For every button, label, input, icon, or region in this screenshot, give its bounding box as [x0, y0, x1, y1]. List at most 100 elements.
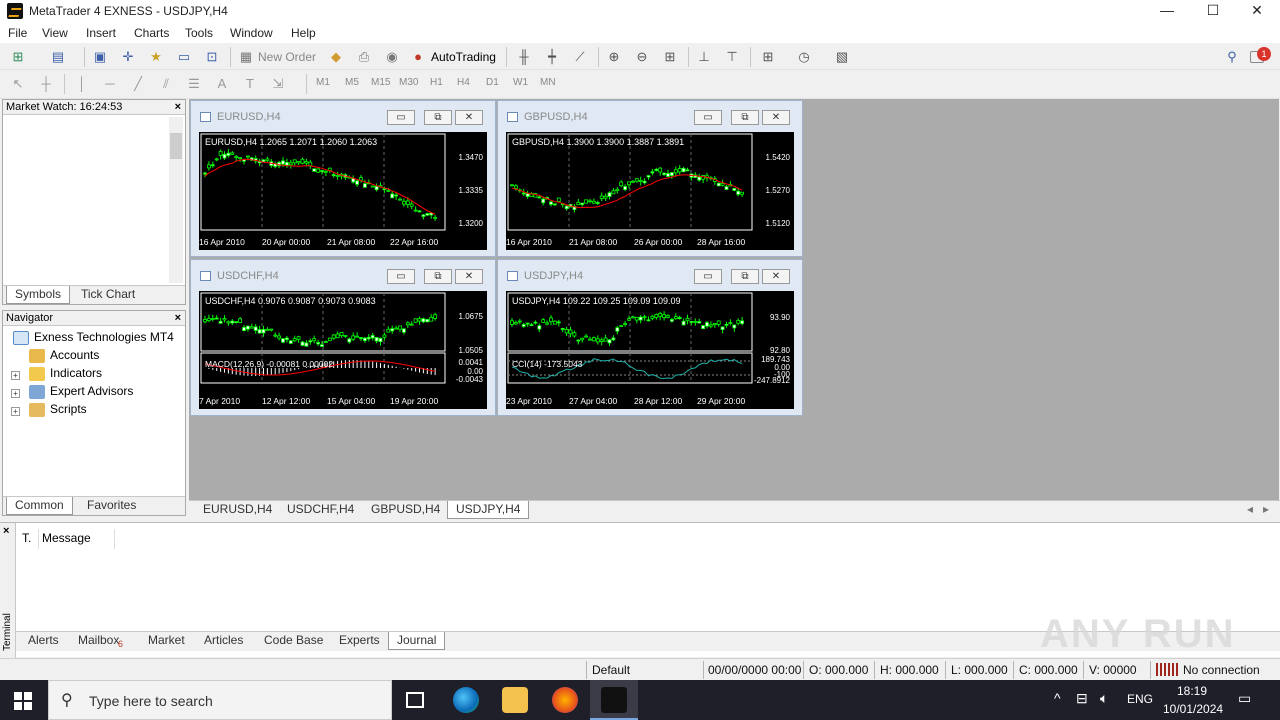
taskbar-search[interactable]: ⚲ Type here to search: [48, 680, 392, 720]
chart-close-button[interactable]: ✕: [762, 110, 790, 125]
tf-h4[interactable]: H4: [457, 77, 470, 88]
chart-shift-icon[interactable]: ⊥: [694, 47, 714, 67]
tab-scroll-right-icon[interactable]: ▸: [1255, 501, 1277, 519]
bar-chart-icon[interactable]: ╫: [514, 47, 534, 67]
menu-tools[interactable]: Tools: [185, 26, 213, 40]
chart-tab-eurusd[interactable]: EURUSD,H4: [195, 501, 280, 519]
task-view-icon[interactable]: [406, 692, 424, 708]
maximize-button[interactable]: ☐: [1190, 0, 1236, 23]
tf-m30[interactable]: M30: [399, 77, 418, 88]
tf-h1[interactable]: H1: [430, 77, 443, 88]
firefox-icon[interactable]: [552, 687, 578, 713]
tab-favorites[interactable]: Favorites: [79, 497, 144, 515]
chart-canvas[interactable]: USDJPY,H4 109.22 109.25 109.09 109.09 93…: [506, 291, 794, 409]
line-chart-icon[interactable]: ⟋: [570, 47, 590, 67]
tf-m5[interactable]: M5: [345, 77, 359, 88]
close-market-watch-icon[interactable]: ×: [175, 100, 181, 114]
edge-icon[interactable]: [453, 687, 479, 713]
close-button[interactable]: ✕: [1234, 0, 1280, 23]
column-time[interactable]: T.: [22, 531, 31, 545]
clock-date[interactable]: 10/01/2024: [1163, 702, 1223, 716]
show-hidden-icons-icon[interactable]: ^: [1054, 690, 1061, 706]
expand-experts-icon[interactable]: +: [11, 389, 20, 398]
chart-minimize-button[interactable]: ▭: [694, 110, 722, 125]
market-watch-icon[interactable]: ▣: [90, 47, 110, 67]
crosshair-icon[interactable]: ┼: [36, 74, 56, 94]
zoom-in-icon[interactable]: ⊕: [604, 47, 624, 67]
chart-tab-usdchf[interactable]: USDCHF,H4: [279, 501, 362, 519]
chart-restore-button[interactable]: ⧉: [424, 269, 452, 284]
network-icon[interactable]: ⊟: [1076, 690, 1088, 707]
autotrading-icon[interactable]: ●: [408, 47, 428, 67]
autoscroll-icon[interactable]: ⊤: [722, 47, 742, 67]
tf-mn[interactable]: MN: [540, 77, 556, 88]
indicators-list-icon[interactable]: ⊞: [758, 47, 778, 67]
new-chart-icon[interactable]: ⊞: [8, 47, 28, 67]
chart-close-button[interactable]: ✕: [455, 269, 483, 284]
tab-code-base[interactable]: Code Base: [256, 632, 331, 650]
chart-window-gbpusd[interactable]: GBPUSD,H4 ▭ ⧉ ✕ GBPUSD,H4 1.3900 1.3900 …: [497, 100, 803, 257]
nav-scripts[interactable]: Scripts: [29, 400, 87, 418]
tf-m1[interactable]: M1: [316, 77, 330, 88]
trendline-icon[interactable]: ╱: [128, 74, 148, 94]
text-label-icon[interactable]: T: [240, 74, 260, 94]
close-navigator-icon[interactable]: ×: [175, 311, 181, 325]
tab-symbols[interactable]: Symbols: [6, 286, 71, 304]
chart-tab-usdjpy[interactable]: USDJPY,H4: [447, 501, 530, 519]
menu-help[interactable]: Help: [291, 26, 316, 40]
nav-indicators[interactable]: Indicators: [29, 364, 102, 382]
candlestick-icon[interactable]: ┿: [542, 47, 562, 67]
chart-window-usdjpy[interactable]: USDJPY,H4 ▭ ⧉ ✕ USDJPY,H4 109.22 109.25 …: [497, 259, 803, 416]
chart-window-eurusd[interactable]: EURUSD,H4 ▭ ⧉ ✕ EURUSD,H4 1.2065 1.2071 …: [190, 100, 496, 257]
menu-view[interactable]: View: [42, 26, 68, 40]
chart-canvas[interactable]: EURUSD,H4 1.2065 1.2071 1.2060 1.2063 1.…: [199, 132, 487, 250]
chart-minimize-button[interactable]: ▭: [387, 110, 415, 125]
minimize-button[interactable]: —: [1144, 0, 1190, 23]
close-terminal-icon[interactable]: ×: [3, 525, 9, 537]
menu-charts[interactable]: Charts: [134, 26, 169, 40]
new-order-button[interactable]: New Order: [258, 50, 316, 64]
autotrading-button[interactable]: AutoTrading: [431, 50, 496, 64]
nav-accounts[interactable]: Accounts: [29, 346, 99, 364]
windows-start-icon[interactable]: [14, 692, 32, 710]
tab-market[interactable]: Market: [140, 632, 193, 650]
fibonacci-icon[interactable]: ☰: [184, 74, 204, 94]
vertical-line-icon[interactable]: │: [72, 74, 92, 94]
tab-articles[interactable]: Articles: [196, 632, 251, 650]
navigator-icon[interactable]: ★: [146, 47, 166, 67]
channel-icon[interactable]: ⫽: [156, 74, 176, 94]
expand-scripts-icon[interactable]: +: [11, 407, 20, 416]
tf-w1[interactable]: W1: [513, 77, 528, 88]
column-message[interactable]: Message: [42, 531, 91, 545]
market-watch-scrollbar[interactable]: [169, 117, 183, 283]
strategy-tester-icon[interactable]: ⊡: [202, 47, 222, 67]
tab-tick-chart[interactable]: Tick Chart: [73, 286, 143, 304]
taskbar-mt4-button[interactable]: [590, 680, 638, 720]
chart-close-button[interactable]: ✕: [762, 269, 790, 284]
new-order-icon[interactable]: ▦: [236, 47, 256, 67]
tf-m15[interactable]: M15: [371, 77, 390, 88]
notifications-icon[interactable]: ▭: [1238, 690, 1251, 707]
nav-expert-advisors[interactable]: Expert Advisors: [29, 382, 133, 400]
chart-canvas[interactable]: USDCHF,H4 0.9076 0.9087 0.9073 0.9083 1.…: [199, 291, 487, 409]
arrows-icon[interactable]: ⇲: [268, 74, 288, 94]
tab-alerts[interactable]: Alerts: [20, 632, 67, 650]
search-icon[interactable]: ⚲: [1222, 47, 1242, 67]
file-explorer-icon[interactable]: [502, 687, 528, 713]
horizontal-line-icon[interactable]: ─: [100, 74, 120, 94]
expand-indicators-icon[interactable]: +: [11, 371, 20, 380]
menu-file[interactable]: File: [8, 26, 27, 40]
profiles-icon[interactable]: ▤: [48, 47, 68, 67]
language-indicator[interactable]: ENG: [1127, 692, 1153, 706]
tab-common[interactable]: Common: [6, 497, 73, 515]
signals-icon[interactable]: ◉: [382, 47, 402, 67]
templates-icon[interactable]: ▧: [832, 47, 852, 67]
clock-time[interactable]: 18:19: [1177, 684, 1207, 698]
chart-restore-button[interactable]: ⧉: [731, 110, 759, 125]
data-window-icon[interactable]: ✛: [118, 47, 138, 67]
periods-icon[interactable]: ◷: [794, 47, 814, 67]
chart-tab-gbpusd[interactable]: GBPUSD,H4: [363, 501, 448, 519]
volume-icon[interactable]: 🔈︎: [1100, 690, 1108, 707]
chart-restore-button[interactable]: ⧉: [424, 110, 452, 125]
metaeditor-icon[interactable]: ◆: [326, 47, 346, 67]
